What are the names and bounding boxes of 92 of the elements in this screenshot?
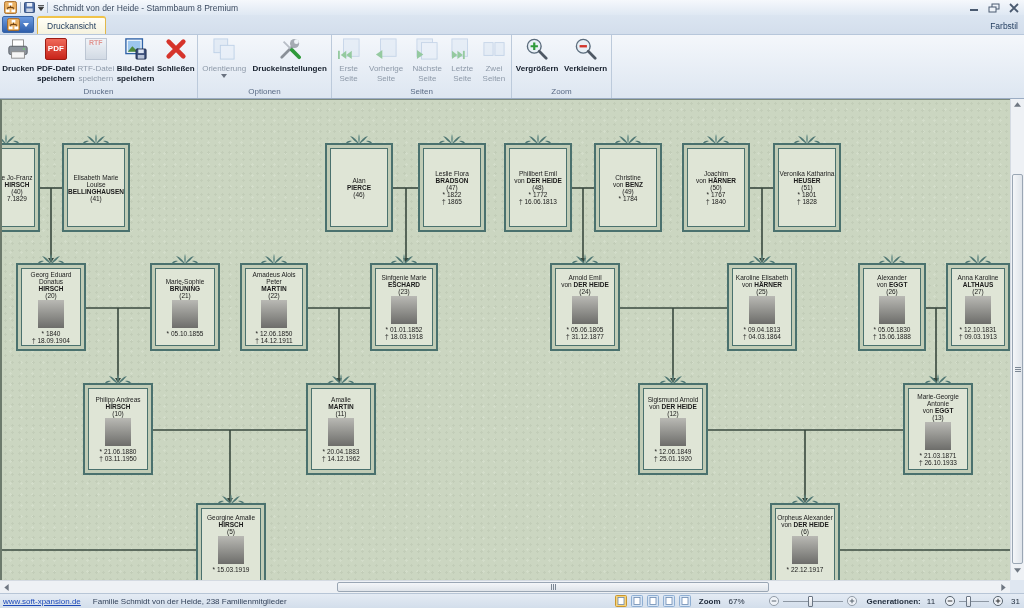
grip-icon xyxy=(1014,366,1021,372)
leaf-ornament-icon xyxy=(438,134,466,144)
ribbon-tab[interactable]: Druckansicht xyxy=(37,16,107,34)
family-tree-icon xyxy=(7,18,20,31)
plus-icon[interactable] xyxy=(993,596,1004,606)
page-view-icon[interactable] xyxy=(630,595,643,607)
window-title: Schmidt von der Heide - Stammbaum 8 Premium xyxy=(53,2,239,13)
horizontal-scrollbar[interactable] xyxy=(0,580,1010,593)
ribbon-button[interactable]: Bild-Datei speichern xyxy=(115,37,156,83)
minus-icon[interactable] xyxy=(945,596,956,606)
leaf-ornament-icon xyxy=(104,374,132,384)
leaf-ornament-icon xyxy=(878,254,906,264)
zoom-out-icon xyxy=(574,38,597,60)
tools-icon xyxy=(278,38,301,60)
ribbon-group-label: Seiten xyxy=(409,86,434,98)
connector-line xyxy=(571,187,595,189)
leaf-ornament-icon xyxy=(614,134,642,144)
ribbon-button[interactable]: PDF PDF-Datei speichern xyxy=(35,37,76,83)
page-view-icon[interactable] xyxy=(614,595,627,607)
zoom-value: 67% xyxy=(728,596,745,606)
ribbon-button[interactable]: Druckeinstellungen xyxy=(251,37,328,74)
leaf-ornament-icon xyxy=(82,134,110,144)
save-icon[interactable] xyxy=(24,2,35,13)
leaf-ornament-icon xyxy=(748,254,776,264)
generations-label: Generationen: xyxy=(866,596,921,606)
close-icon xyxy=(164,38,187,60)
page-view-icon[interactable] xyxy=(678,595,691,607)
leaf-ornament-icon xyxy=(390,254,418,264)
plus-icon[interactable] xyxy=(846,596,857,606)
close-icon[interactable] xyxy=(1008,2,1020,13)
left-arrow-icon[interactable] xyxy=(4,583,9,591)
up-arrow-icon[interactable] xyxy=(1014,102,1021,107)
ribbon-group-label: Drucken xyxy=(82,86,115,98)
family-info-text: Familie Schmidt von der Heide, 238 Familienmitglieder xyxy=(92,596,287,606)
vertical-scrollbar[interactable] xyxy=(1010,99,1024,580)
zoom-in-icon xyxy=(526,38,549,60)
generations-value: 11 xyxy=(926,596,936,606)
pages-icon xyxy=(213,38,236,60)
right-arrow-icon[interactable] xyxy=(1001,583,1006,591)
page-view-icon[interactable] xyxy=(662,595,675,607)
website-link[interactable]: www.soft-xpansion.de xyxy=(3,596,81,606)
image-file-icon xyxy=(124,38,147,60)
grip-icon xyxy=(550,584,556,590)
color-style-menu[interactable]: Farbstil xyxy=(990,21,1018,31)
connector-line xyxy=(307,307,371,309)
printer-icon xyxy=(7,38,30,60)
scrollbar-thumb[interactable] xyxy=(1012,174,1023,564)
leaf-ornament-icon xyxy=(217,494,245,504)
slider-thumb[interactable] xyxy=(807,595,813,607)
pdf-file-icon: PDF xyxy=(44,38,67,60)
connector-line xyxy=(392,187,419,189)
leaf-ornament-icon xyxy=(924,374,952,384)
ribbon-button[interactable]: Schließen xyxy=(155,37,196,74)
page-view-icon[interactable] xyxy=(646,595,659,607)
zoom-label: Zoom xyxy=(698,596,721,606)
leaf-ornament-icon xyxy=(171,254,199,264)
first-page-icon xyxy=(337,38,360,60)
ribbon-button[interactable]: Vergrößern xyxy=(514,37,560,74)
ribbon-group-label: Zoom xyxy=(550,86,573,98)
leaf-ornament-icon xyxy=(964,254,992,264)
connector-line xyxy=(85,307,151,309)
connector-line xyxy=(39,187,63,189)
connector-line xyxy=(749,187,774,189)
generations-slider[interactable] xyxy=(959,595,990,607)
scrollbar-thumb[interactable] xyxy=(337,582,769,592)
ribbon-button[interactable]: Verkleinern xyxy=(563,37,609,74)
caret-icon xyxy=(23,22,29,27)
leaf-ornament-icon xyxy=(791,494,819,504)
down-arrow-icon[interactable] xyxy=(1014,568,1021,573)
connector-line xyxy=(925,307,947,309)
next-page-icon xyxy=(416,38,439,60)
previous-page-icon xyxy=(375,38,398,60)
caret-icon[interactable] xyxy=(38,4,44,11)
restore-icon[interactable] xyxy=(988,2,1000,13)
leaf-ornament-icon xyxy=(345,134,373,144)
leaf-ornament-icon xyxy=(571,254,599,264)
leaf-ornament-icon xyxy=(659,374,687,384)
ribbon-group-label: Optionen xyxy=(247,86,282,98)
minus-icon[interactable] xyxy=(768,596,779,606)
caret-icon xyxy=(221,73,228,78)
leaf-ornament-icon xyxy=(793,134,821,144)
leaf-ornament-icon xyxy=(702,134,730,144)
zoom-slider[interactable] xyxy=(782,595,843,607)
leaf-ornament-icon xyxy=(524,134,552,144)
slider-thumb[interactable] xyxy=(966,595,972,607)
app-menu-button[interactable] xyxy=(2,16,34,33)
leaf-ornament-icon xyxy=(37,254,65,264)
app-icon[interactable] xyxy=(4,1,17,14)
ribbon-button[interactable]: Drucken xyxy=(1,37,36,74)
leaf-ornament-icon xyxy=(327,374,355,384)
generations-max: 31 xyxy=(1011,596,1020,606)
leaf-ornament-icon xyxy=(260,254,288,264)
